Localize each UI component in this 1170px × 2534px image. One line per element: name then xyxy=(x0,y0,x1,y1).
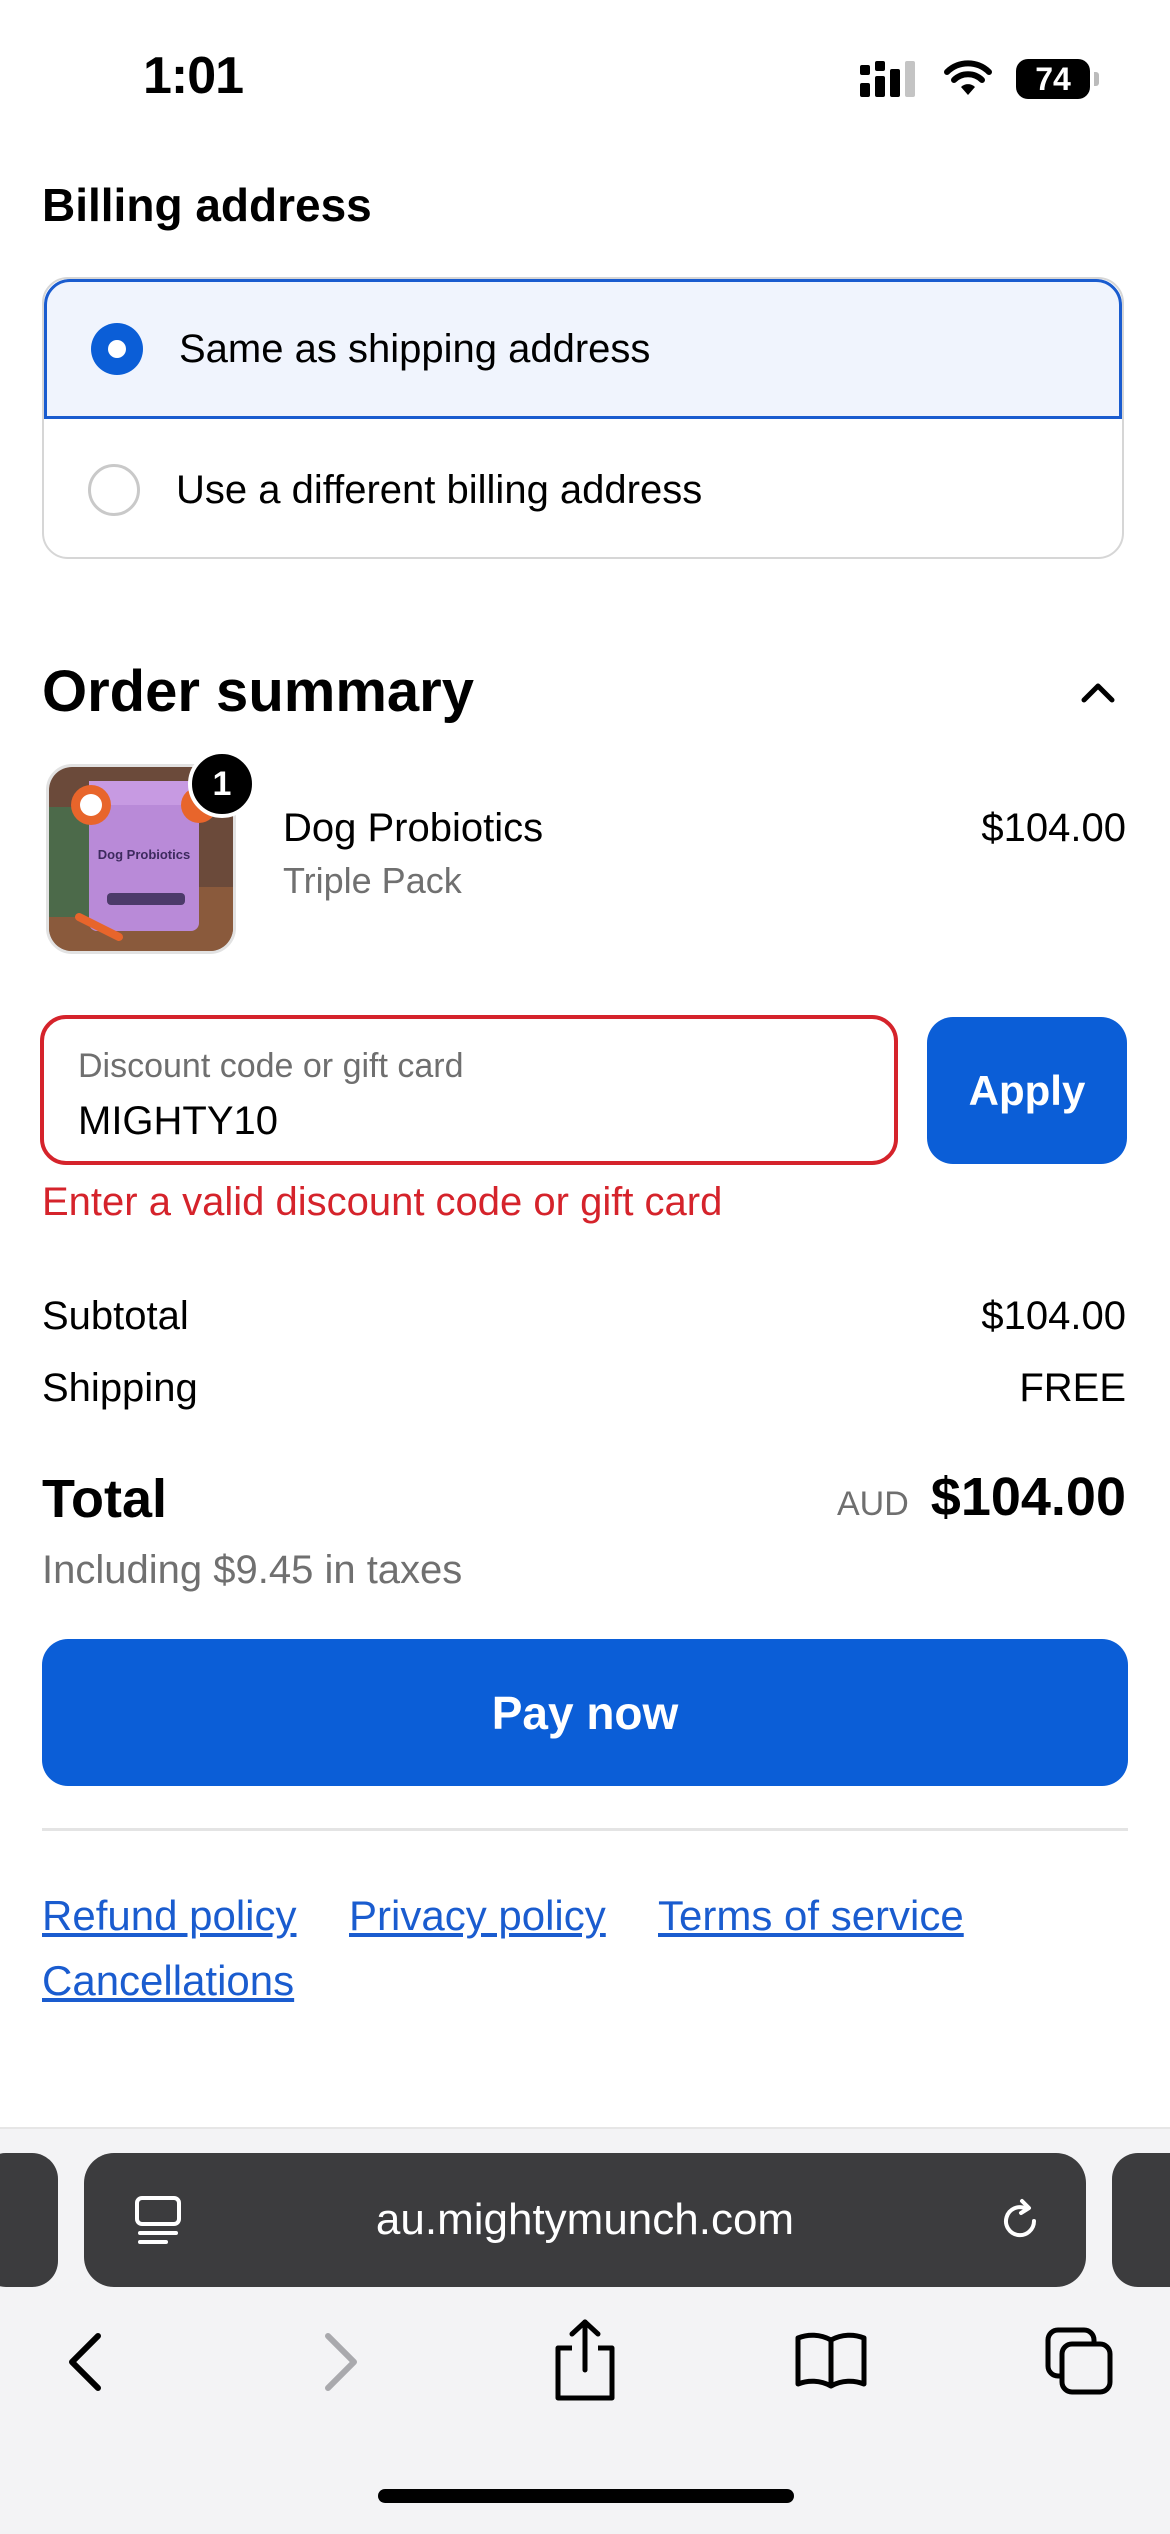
wifi-icon xyxy=(944,60,992,95)
radio-selected-icon[interactable] xyxy=(91,323,143,375)
quantity-badge: 1 xyxy=(188,750,256,818)
currency-code: AUD xyxy=(837,1485,909,1523)
share-icon[interactable] xyxy=(550,2318,620,2402)
terms-of-service-link[interactable]: Terms of service xyxy=(658,1892,964,1940)
discount-input[interactable]: Discount code or gift card MIGHTY10 xyxy=(40,1015,898,1165)
chevron-up-icon[interactable] xyxy=(1078,678,1118,708)
cellular-signal-icon xyxy=(860,61,915,97)
url-text[interactable]: au.mightymunch.com xyxy=(84,2195,1086,2245)
home-indicator xyxy=(378,2489,794,2503)
divider xyxy=(42,1828,1128,1831)
back-icon[interactable] xyxy=(62,2330,112,2394)
total-label: Total xyxy=(42,1469,167,1529)
billing-option-different[interactable]: Use a different billing address xyxy=(44,420,1122,557)
shipping-value: FREE xyxy=(1019,1366,1126,1410)
cancellations-link[interactable]: Cancellations xyxy=(42,1957,294,2005)
radio-unselected-icon[interactable] xyxy=(88,464,140,516)
total-value: $104.00 xyxy=(930,1467,1126,1527)
order-summary-title: Order summary xyxy=(42,659,474,724)
tabs-icon[interactable] xyxy=(1044,2326,1114,2396)
privacy-policy-link[interactable]: Privacy policy xyxy=(349,1892,606,1940)
battery-icon: 74 xyxy=(1016,59,1099,99)
billing-options: Same as shipping address Use a different… xyxy=(42,277,1124,559)
discount-input-value[interactable]: MIGHTY10 xyxy=(78,1099,278,1144)
discount-error-message: Enter a valid discount code or gift card xyxy=(42,1180,723,1224)
tax-note: Including $9.45 in taxes xyxy=(42,1548,463,1592)
product-name: Dog Probiotics xyxy=(283,806,544,850)
subtotal-value: $104.00 xyxy=(981,1294,1126,1338)
address-bar[interactable]: au.mightymunch.com xyxy=(84,2153,1086,2287)
refund-policy-link[interactable]: Refund policy xyxy=(42,1892,296,1940)
previous-tab-preview[interactable] xyxy=(0,2153,58,2287)
discount-input-label: Discount code or gift card xyxy=(78,1047,464,1085)
product-price: $104.00 xyxy=(981,806,1126,850)
status-icons: 74 xyxy=(858,54,1099,104)
reload-icon[interactable] xyxy=(996,2197,1044,2245)
billing-option-label: Use a different billing address xyxy=(176,467,703,512)
product-variant: Triple Pack xyxy=(283,860,462,901)
total-amount-group: AUD $104.00 xyxy=(837,1466,1126,1528)
billing-title: Billing address xyxy=(42,179,372,231)
apply-button[interactable]: Apply xyxy=(927,1017,1127,1164)
bookmarks-icon[interactable] xyxy=(794,2330,868,2390)
billing-option-label: Same as shipping address xyxy=(179,326,651,371)
subtotal-label: Subtotal xyxy=(42,1294,189,1338)
product-image-label: Dog Probiotics xyxy=(98,847,190,862)
pay-now-button[interactable]: Pay now xyxy=(42,1639,1128,1786)
billing-option-same[interactable]: Same as shipping address xyxy=(44,279,1122,419)
shipping-label: Shipping xyxy=(42,1366,198,1410)
battery-level: 74 xyxy=(1035,60,1071,97)
status-time: 1:01 xyxy=(143,47,244,105)
forward-icon[interactable] xyxy=(314,2330,364,2394)
next-tab-preview[interactable] xyxy=(1112,2153,1170,2287)
